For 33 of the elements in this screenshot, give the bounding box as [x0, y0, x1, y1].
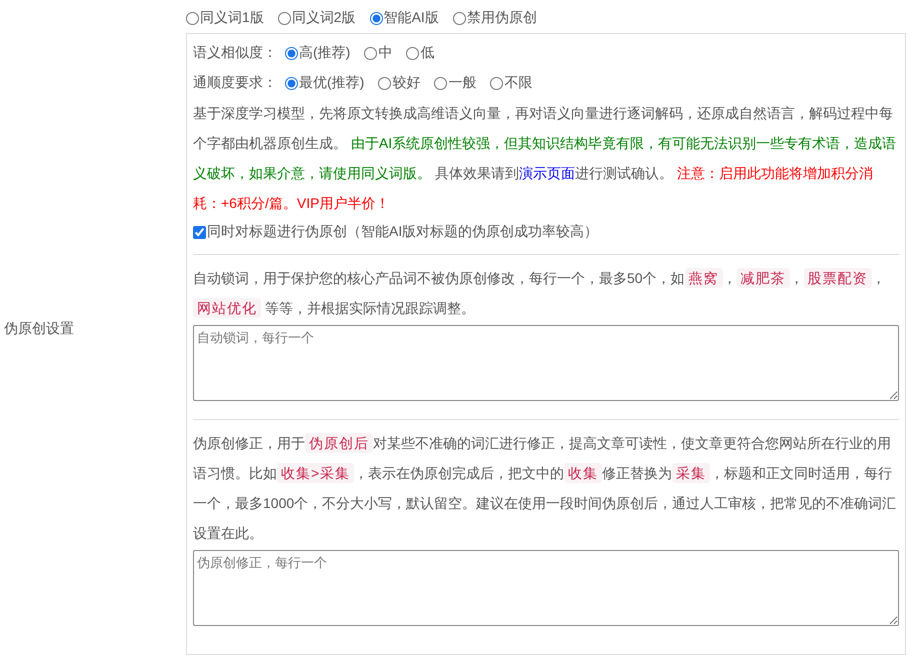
checkbox-label[interactable]: 同时对标题进行伪原创（智能AI版对标题的伪原创成功率较高）: [207, 223, 598, 241]
option-label[interactable]: 中: [378, 44, 392, 62]
option-label[interactable]: 同义词2版: [292, 9, 356, 27]
correction-textarea[interactable]: 伪原创修正，每行一个: [193, 550, 899, 626]
option-label[interactable]: 最优(推荐): [299, 74, 364, 92]
section-label: 伪原创设置: [4, 320, 74, 338]
option-label[interactable]: 不限: [504, 74, 532, 92]
demo-page-link[interactable]: 演示页面: [518, 165, 575, 181]
option-label[interactable]: 高(推荐): [299, 44, 350, 62]
radio-button[interactable]: [370, 12, 383, 24]
radio-button[interactable]: [406, 46, 420, 60]
radio-button[interactable]: [378, 76, 392, 90]
option-label[interactable]: 禁用伪原创: [466, 9, 537, 27]
radio-button[interactable]: [186, 12, 199, 24]
radio-button[interactable]: [434, 76, 448, 90]
radio-button[interactable]: [364, 46, 378, 60]
option-label[interactable]: 较好: [392, 74, 420, 92]
description-text: 基于深度学习模型，先将原文转换成高维语义向量，再对语义向量进行逐词解码，还原成自然语言，解码过程中每个字都由机器原创生成。 由于AI系统原创性较强，但其知识结构毕竟有限，有可能无法识别一些专有术语，造成语义破坏，如果介意，请使用同义词版。 具体效果请到演示页面进行测试确认。 注意：启用此功能将增加积分消耗：+6积分/篇。VIP用户半价！: [193, 104, 898, 213]
option-label[interactable]: 智能AI版: [384, 9, 439, 27]
option-label[interactable]: 一般: [448, 74, 476, 92]
radio-button[interactable]: [490, 76, 504, 90]
description-text: 自动锁词，用于保护您的核心产品词不被伪原创修改，每行一个，最多50个，如 燕窝 ， 减肥茶 ， 股票配资 ， 网站优化 等等，并根据实际情况跟踪调整。: [193, 267, 887, 320]
field-label: 语义相似度：: [193, 44, 277, 62]
radio-button[interactable]: [285, 76, 298, 90]
radio-button[interactable]: [452, 12, 466, 24]
option-label[interactable]: 同义词1版: [200, 9, 264, 27]
description-text: 伪原创修正，用于 伪原创后 对某些不准确的词汇进行修正，提高文章可读性，使文章更符合您网站所在行业的用语习惯。比如 收集>采集 ，表示在伪原创完成后，把文中的 收集 修正替换为 采集 ，标题和正文同时适用，每行一个，最多1000个，不分大小写，默认留空。建议在使用一段时间伪原创后，通过人工审核，把常见的不准确词汇设置在此。: [193, 432, 898, 543]
radio-button[interactable]: [278, 12, 291, 24]
checkbox[interactable]: [193, 226, 206, 238]
option-label[interactable]: 低: [420, 44, 434, 62]
radio-button[interactable]: [285, 46, 298, 60]
field-label: 通顺度要求：: [193, 74, 277, 92]
lock-words-textarea[interactable]: 自动锁词，每行一个: [193, 325, 899, 401]
